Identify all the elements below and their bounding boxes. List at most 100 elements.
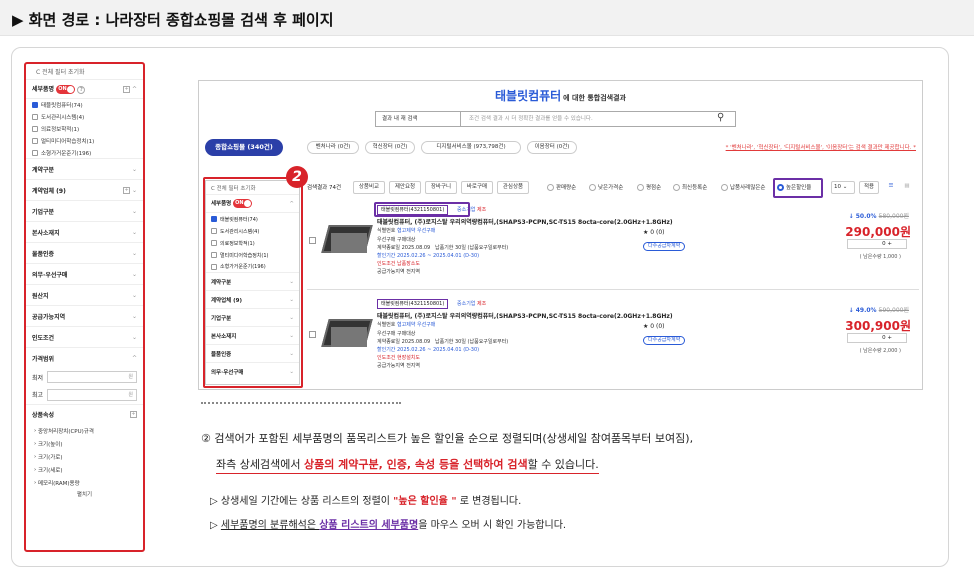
- product-price: 290,000원: [845, 225, 911, 239]
- product-image[interactable]: [321, 311, 373, 351]
- tab-ieum[interactable]: 이음장터 (0건): [527, 141, 577, 154]
- product-discount-period: 할인기간 2025.02.26 ~ 2025.04.01 (D-30): [377, 253, 480, 259]
- filter-group[interactable]: 의무·우선구매 ⌄: [26, 264, 143, 285]
- filter-sidebar: C 전체 필터 초기화 세부품명 ON ? + ^ 태블릿컴퓨터(74) 도서관…: [24, 62, 145, 552]
- product-category[interactable]: 태블릿컴퓨터(4321150801): [377, 299, 449, 309]
- product-info-line: 계약종료일 2025.08.09 납품기한 30일 (납품요구일로부터): [377, 339, 509, 345]
- checkbox[interactable]: [32, 149, 38, 156]
- quantity-stepper[interactable]: 0 +: [847, 333, 907, 343]
- sort-delivery[interactable]: 납품사례많은순: [721, 183, 765, 191]
- filter-option[interactable]: 소형가거운준기(196): [26, 147, 143, 159]
- grid-view-icon[interactable]: ▦: [901, 181, 913, 194]
- attribute-item[interactable]: › 중앙처리장치(CPU)규격: [26, 424, 143, 437]
- highlight-sort: [773, 178, 823, 198]
- chevron-down-icon[interactable]: ⌄: [132, 250, 137, 257]
- cart-button[interactable]: 장바구니: [425, 181, 457, 194]
- chevron-up-icon[interactable]: ^: [132, 355, 137, 362]
- chevron-down-icon[interactable]: ⌄: [132, 166, 137, 173]
- attribute-item[interactable]: › 크기(가로): [26, 450, 143, 463]
- tab-venture[interactable]: 벤처나라 (0건): [307, 141, 359, 154]
- tab-innovation[interactable]: 혁신장터 (0건): [365, 141, 415, 154]
- expand-icon[interactable]: +: [123, 85, 131, 93]
- expand-more-button[interactable]: 펼치기: [26, 489, 143, 501]
- compare-button[interactable]: 상품비교: [353, 181, 385, 194]
- search-scope-select[interactable]: 결과 내 재 검색: [375, 111, 461, 127]
- sort-newest[interactable]: 최신등록순: [673, 183, 707, 191]
- chevron-down-icon[interactable]: ⌄: [132, 187, 137, 194]
- chevron-down-icon[interactable]: ⌄: [132, 334, 137, 341]
- price-min-input[interactable]: 원: [47, 371, 137, 383]
- product-info-line: 우선구매 구매대상: [377, 331, 416, 337]
- wishlist-button[interactable]: 관심상품: [497, 181, 529, 194]
- contract-type-badge[interactable]: 다수공급자계약: [643, 242, 686, 251]
- product-checkbox[interactable]: [309, 237, 316, 244]
- filter-option[interactable]: 의료정보학적(1): [26, 123, 143, 135]
- price-max-input[interactable]: 원: [47, 388, 137, 401]
- filter-group[interactable]: 기업구분 ⌄: [26, 201, 143, 222]
- on-toggle[interactable]: ON: [56, 85, 76, 94]
- tab-shopping-mall[interactable]: 종합쇼핑몰 (340건): [205, 139, 283, 156]
- per-page-select[interactable]: 10 ⌄: [831, 181, 855, 194]
- reset-filters-button[interactable]: C 전체 필터 초기화: [26, 64, 143, 80]
- filter-group[interactable]: 계약구분 ⌄: [26, 159, 143, 180]
- highlight-box-filters: [203, 177, 303, 388]
- product-id-line: 식별번호 협고제약 우선구매: [377, 228, 436, 234]
- filter-group[interactable]: 가격범위 ^: [26, 348, 143, 369]
- quantity-stepper[interactable]: 0 +: [847, 239, 907, 249]
- sort-rating[interactable]: 평점순: [637, 183, 661, 191]
- checkbox-checked[interactable]: [32, 102, 38, 108]
- search-results-screenshot: 태블릿컴퓨터 에 대한 통합검색결과 결과 내 재 검색 조건 검색 결과 시 …: [198, 80, 923, 390]
- filter-group[interactable]: 물품인증 ⌄: [26, 243, 143, 264]
- chevron-up-icon[interactable]: ^: [132, 86, 137, 93]
- filter-group[interactable]: 본사소재지 ⌄: [26, 222, 143, 243]
- filter-option[interactable]: 도서관리시스템(4): [26, 111, 143, 123]
- company-grade: 중소기업 제조: [457, 301, 487, 307]
- filter-group[interactable]: 인도조건 ⌄: [26, 327, 143, 348]
- attribute-item[interactable]: › 크기(세로): [26, 463, 143, 476]
- filter-option[interactable]: 태블릿컴퓨터(74): [26, 99, 143, 111]
- proposal-button[interactable]: 제안요청: [389, 181, 421, 194]
- chevron-down-icon[interactable]: ⌄: [132, 229, 137, 236]
- dotted-divider: [201, 402, 401, 404]
- chevron-down-icon[interactable]: ⌄: [132, 292, 137, 299]
- attribute-item[interactable]: › 메모리(RAM)용량: [26, 476, 143, 489]
- buy-now-button[interactable]: 바로구매: [461, 181, 493, 194]
- list-view-icon[interactable]: ☰: [885, 181, 897, 194]
- chevron-down-icon[interactable]: ⌄: [132, 313, 137, 320]
- sort-low-price[interactable]: 낮은가격순: [589, 183, 623, 191]
- checkbox[interactable]: [32, 114, 38, 120]
- expand-icon[interactable]: +: [130, 411, 137, 418]
- filter-option[interactable]: 멀티미디어학습정치(1): [26, 135, 143, 147]
- checkbox[interactable]: [32, 126, 38, 132]
- filter-group[interactable]: 계약업체 (9) + ⌄: [26, 180, 143, 201]
- help-icon[interactable]: ?: [77, 85, 86, 94]
- product-checkbox[interactable]: [309, 331, 316, 338]
- product-price: 300,900원: [845, 319, 911, 333]
- description-line-1: ② 검색어가 포함된 세부품명의 품목리스트가 높은 할인율 순으로 정렬되며(…: [201, 432, 694, 445]
- search-input[interactable]: 조건 검색 결과 시 더 정확한 결과를 얻을 수 있습니다.: [461, 111, 736, 127]
- product-row[interactable]: 태블릿컴퓨터(4321150801) 중소기업 제조 태블릿컴퓨터, (주)로지…: [307, 293, 919, 383]
- expand-icon[interactable]: +: [123, 186, 131, 194]
- product-title[interactable]: 태블릿컴퓨터, (주)로지스탈 우리의역량컴퓨터,(SHAPS3-PCPN,SC…: [377, 217, 673, 226]
- product-delivery: 인도조건 현장설치도: [377, 355, 420, 361]
- checkbox[interactable]: [32, 138, 38, 144]
- highlight-category: [374, 202, 470, 217]
- attribute-item[interactable]: › 크기(높이): [26, 437, 143, 450]
- apply-button[interactable]: 적용: [859, 181, 879, 194]
- search-icon[interactable]: ⚲: [717, 112, 724, 123]
- description-line-2: 좌측 상세검색에서 상품의 계약구분, 인증, 속성 등을 선택하여 검색할 수…: [216, 456, 599, 474]
- product-region: 공급가능지역 전지역: [377, 363, 420, 369]
- tab-digital[interactable]: 디지털서비스몰 (973,798건): [421, 141, 521, 154]
- sort-toolbar: 검색결과 74건 상품비교 제안요청 장바구니 바로구매 관심상품 판매량순 낮…: [307, 181, 919, 195]
- filter-group-attributes[interactable]: 상품속성 +: [26, 405, 143, 424]
- chevron-down-icon[interactable]: ⌄: [132, 271, 137, 278]
- filter-group-detail[interactable]: 세부품명 ON ? + ^: [26, 80, 143, 99]
- product-id-line: 식별번호 협고제약 우선구매: [377, 322, 436, 328]
- product-title[interactable]: 태블릿컴퓨터, (주)로지스탈 우리의역량컴퓨터,(SHAPS3-PCPN,SC…: [377, 311, 673, 320]
- product-image[interactable]: [321, 217, 373, 257]
- filter-group[interactable]: 원산지 ⌄: [26, 285, 143, 306]
- contract-type-badge[interactable]: 다수공급자계약: [643, 336, 686, 345]
- chevron-down-icon[interactable]: ⌄: [132, 208, 137, 215]
- sort-sales[interactable]: 판매량순: [547, 183, 576, 191]
- filter-group[interactable]: 공급가능지역 ⌄: [26, 306, 143, 327]
